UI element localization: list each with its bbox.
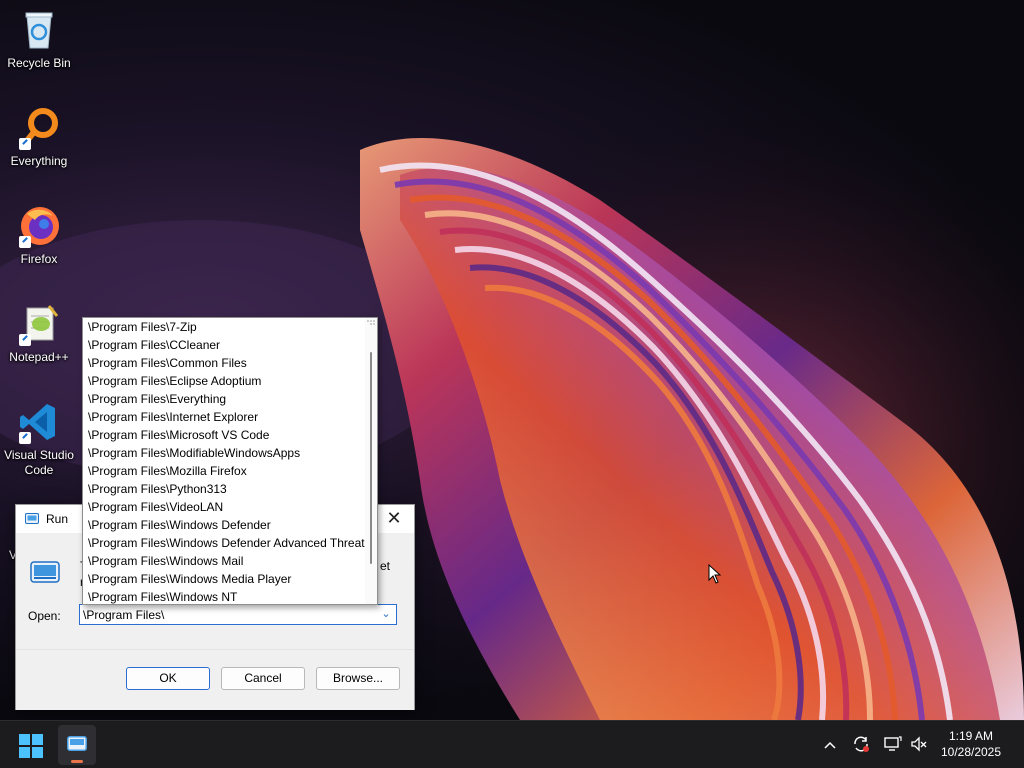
sync-icon[interactable] xyxy=(851,735,871,755)
autocomplete-item[interactable]: \Program Files\ModifiableWindowsApps xyxy=(83,444,366,462)
taskbar-app-run[interactable] xyxy=(58,725,96,765)
active-app-indicator xyxy=(71,760,83,763)
firefox-icon xyxy=(17,204,61,248)
desktop-icon-label: Firefox xyxy=(20,252,58,266)
autocomplete-item[interactable]: \Program Files\Eclipse Adoptium xyxy=(83,372,366,390)
ok-button[interactable]: OK xyxy=(126,667,210,690)
notepad-plus-plus-icon xyxy=(17,302,61,346)
desktop-icon-label: Visual Studio Code xyxy=(4,448,74,477)
autocomplete-item[interactable]: \Program Files\Windows Media Player xyxy=(83,570,366,588)
open-combobox[interactable]: ⌄ xyxy=(79,604,397,625)
autocomplete-item[interactable]: \Program Files\Everything xyxy=(83,390,366,408)
shortcut-arrow-icon xyxy=(19,334,31,346)
speaker-muted-icon[interactable] xyxy=(909,735,929,755)
cancel-button[interactable]: Cancel xyxy=(221,667,305,690)
desktop-icon-notepad-plus-plus[interactable]: Notepad++ xyxy=(0,302,78,365)
autocomplete-item[interactable]: \Program Files\VideoLAN xyxy=(83,498,366,516)
close-icon: ✕ xyxy=(386,508,402,528)
open-input[interactable] xyxy=(83,606,373,623)
browse-button[interactable]: Browse... xyxy=(316,667,400,690)
run-dialog-title: Run xyxy=(46,512,69,526)
desktop-icon-label: Recycle Bin xyxy=(7,56,71,70)
chevron-up-icon[interactable] xyxy=(820,735,840,755)
run-program-icon xyxy=(30,561,60,583)
autocomplete-item[interactable]: \Program Files\Microsoft VS Code xyxy=(83,426,366,444)
vscode-icon xyxy=(17,400,61,444)
autocomplete-items: \Program Files\7-Zip \Program Files\CClea… xyxy=(83,318,377,604)
shortcut-arrow-icon xyxy=(19,138,31,150)
open-label: Open: xyxy=(28,609,61,623)
autocomplete-item[interactable]: \Program Files\Common Files xyxy=(83,354,366,372)
autocomplete-item[interactable]: \Program Files\Mozilla Firefox xyxy=(83,462,366,480)
run-description-fragment: et xyxy=(380,559,391,573)
autocomplete-item[interactable]: \Program Files\Python313 xyxy=(83,480,366,498)
resize-grip-icon xyxy=(367,320,375,325)
autocomplete-scrollbar[interactable] xyxy=(365,318,377,604)
taskbar: 1:19 AM 10/28/2025 xyxy=(0,720,1024,768)
shortcut-arrow-icon xyxy=(19,236,31,248)
desktop-icon-label: Notepad++ xyxy=(9,350,69,364)
autocomplete-item[interactable]: \Program Files\Windows Defender xyxy=(83,516,366,534)
autocomplete-item[interactable]: \Program Files\Windows Defender Advanced… xyxy=(83,534,366,552)
close-button[interactable]: ✕ xyxy=(374,505,414,533)
autocomplete-item[interactable]: \Program Files\CCleaner xyxy=(83,336,366,354)
autocomplete-item[interactable]: \Program Files\Windows NT xyxy=(83,588,366,604)
autocomplete-item[interactable]: \Program Files\Windows Mail xyxy=(83,552,366,570)
chevron-down-icon[interactable]: ⌄ xyxy=(379,607,393,622)
desktop-icon-vscode[interactable]: Visual Studio Code xyxy=(0,400,78,478)
clock-time: 1:19 AM xyxy=(948,729,994,743)
desktop-icon-label: Everything xyxy=(10,154,68,168)
run-dialog-footer: OK Cancel Browse... xyxy=(16,649,414,710)
scrollbar-thumb[interactable] xyxy=(370,352,372,564)
autocomplete-item[interactable]: \Program Files\7-Zip xyxy=(83,318,366,336)
desktop-icon-everything[interactable]: Everything xyxy=(0,106,78,169)
windows-start-icon[interactable] xyxy=(18,733,44,759)
desktop-icon-firefox[interactable]: Firefox xyxy=(0,204,78,267)
run-app-icon xyxy=(67,736,87,751)
display-icon[interactable] xyxy=(883,735,903,755)
shortcut-arrow-icon xyxy=(19,432,31,444)
recycle-bin-icon xyxy=(17,8,61,52)
taskbar-clock[interactable]: 1:19 AM 10/28/2025 xyxy=(936,728,1006,760)
magnifier-icon xyxy=(17,106,61,150)
autocomplete-item[interactable]: \Program Files\Internet Explorer xyxy=(83,408,366,426)
autocomplete-dropdown: \Program Files\7-Zip \Program Files\CClea… xyxy=(82,317,378,605)
desktop-icon-recycle-bin[interactable]: Recycle Bin xyxy=(0,8,78,71)
run-app-icon xyxy=(25,513,39,524)
clock-date: 10/28/2025 xyxy=(940,745,1002,759)
mouse-cursor-icon xyxy=(708,564,721,584)
